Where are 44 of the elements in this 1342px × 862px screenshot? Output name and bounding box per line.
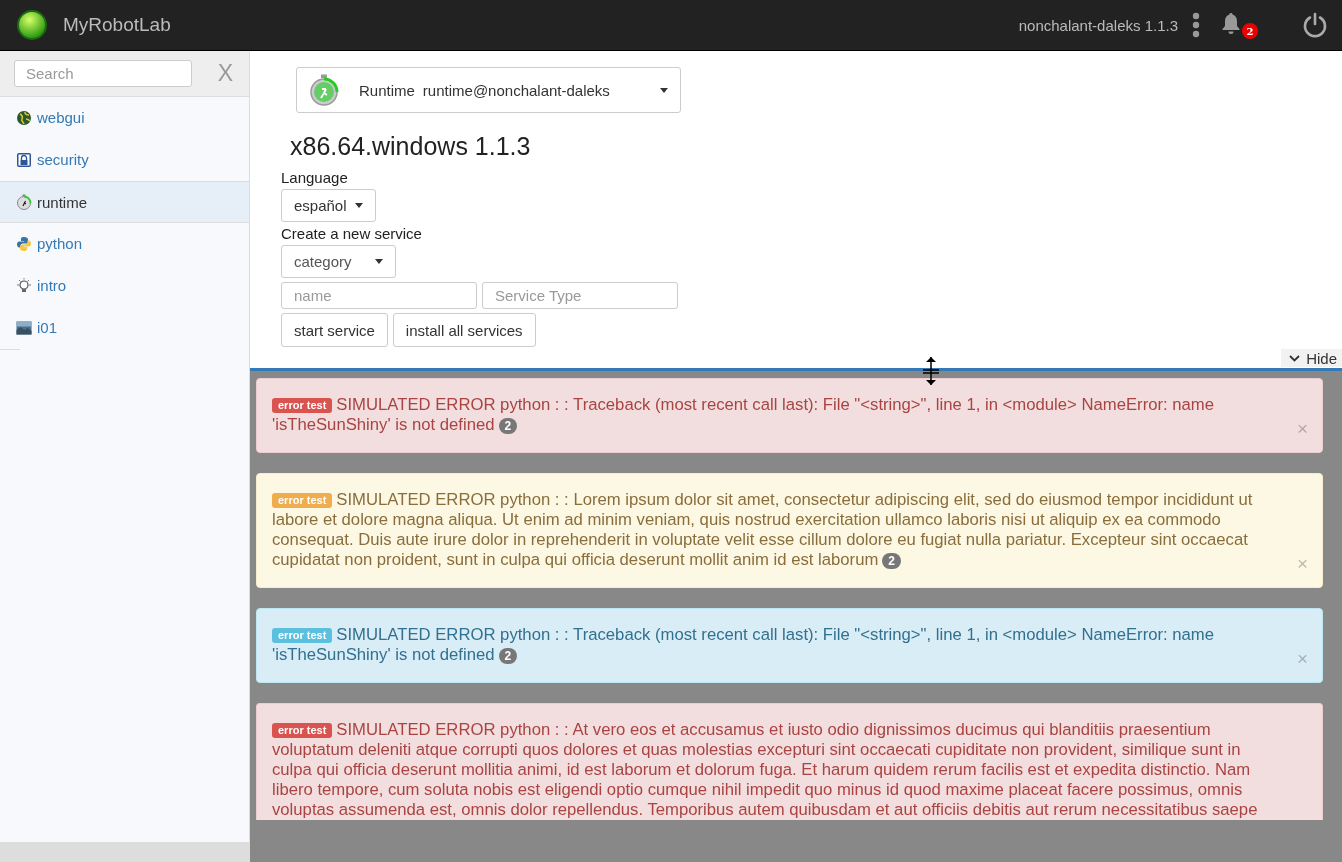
sidebar-item[interactable]: runtime (0, 181, 249, 223)
alert-text: error test SIMULATED ERROR python : : Lorem ipsum dolor sit amet, consectetur adipiscing elit, sed do eiusmod tempor incididunt ut labore et dolore magna aliqua. Ut enim ad minim veniam, quis nostrud exercitation ullamco laboris nisi ut aliquip ex ea commodo consequat. Duis aute irure dolor in reprehenderit in voluptate velit esse cillum dolore eu fugiat nulla pariatur. Excepteur sint occaecat cupidatat non proident, sunt in culpa qui officia deserunt mollit anim id est laborum 2 (272, 490, 1254, 570)
name-field[interactable]: name (281, 282, 477, 309)
sidebar-item[interactable]: i01 (0, 307, 249, 349)
language-dropdown[interactable]: español (281, 189, 376, 222)
sidebar-item[interactable]: security (0, 139, 249, 181)
brand-title[interactable]: MyRobotLab (63, 14, 171, 36)
landscape-thumbnail-icon (16, 319, 32, 336)
stopwatch-icon (16, 194, 32, 210)
more-options-icon[interactable] (1192, 12, 1200, 38)
power-icon[interactable] (1302, 12, 1328, 38)
notification-count-badge: 2 (1242, 23, 1258, 39)
service-type-label: Runtime (359, 81, 415, 99)
create-service-label: Create a new service (281, 225, 422, 242)
clear-search-button[interactable]: X (213, 60, 237, 87)
sidebar-item[interactable]: python (0, 223, 249, 265)
alert-text: error test SIMULATED ERROR python : : Traceback (most recent call last): File "<string>", line 1, in <module> NameError: name 'isTheSunShiny' is not defined 2 (272, 625, 1216, 665)
action-button[interactable]: install all services (392, 313, 536, 347)
instance-name: nonchalant-daleks 1.1.3 (1018, 16, 1178, 34)
chevron-down-icon (1289, 354, 1301, 362)
sidebar-item[interactable]: intro (0, 265, 249, 307)
caret-icon (375, 259, 383, 264)
alert-text: error test SIMULATED ERROR python : : Traceback (most recent call last): File "<string>", line 1, in <module> NameError: name 'isTheSunShiny' is not defined 2 (272, 395, 1216, 435)
python-icon (16, 235, 32, 252)
resize-handle-icon[interactable] (920, 355, 942, 387)
sidebar-item[interactable]: webgui (0, 97, 249, 139)
service-name-label: runtime@nonchalant-daleks (422, 81, 610, 99)
light-bulb-icon (16, 277, 32, 294)
stopwatch-icon (309, 74, 339, 106)
category-dropdown[interactable]: category (281, 245, 396, 278)
globe-icon (16, 109, 32, 126)
search-field[interactable]: Search (14, 60, 192, 87)
padlock-icon (16, 151, 32, 168)
platform-title: x86.64.windows 1.1.3 (290, 132, 532, 161)
action-button[interactable]: start service (281, 313, 388, 347)
hide-button[interactable]: Hide (1281, 349, 1342, 367)
orb-logo (16, 9, 48, 41)
notification-bell-icon[interactable] (1220, 11, 1242, 35)
service-type-field[interactable]: Service Type (482, 282, 678, 309)
caret-icon (354, 203, 363, 208)
service-selector-dropdown[interactable]: Runtime runtime@nonchalant-daleks (296, 67, 681, 113)
alert-text: error test SIMULATED ERROR python : : At vero eos et accusamus et iusto odio dignissimos ducimus qui blanditiis praesentium voluptatum deleniti atque corrupti quos dolores et quas molestias excepturi sint occaecati cupiditate non provident, similique sunt in culpa qui officia deserunt mollitia animi, id est laborum et dolorum fuga. Et harum quidem rerum facilis est et expedita distinctio. Nam libero tempore, cum soluta nobis est eligendi optio cumque nihil impedit quo minus id quod maxime placeat facere possimus, omnis voluptas assumenda est, omnis dolor repellendus. Temporibus autem quibusdam et aut officiis debitis aut rerum necessitatibus saepe (272, 720, 1259, 820)
language-label: Language (281, 169, 348, 186)
caret-icon (660, 87, 668, 93)
